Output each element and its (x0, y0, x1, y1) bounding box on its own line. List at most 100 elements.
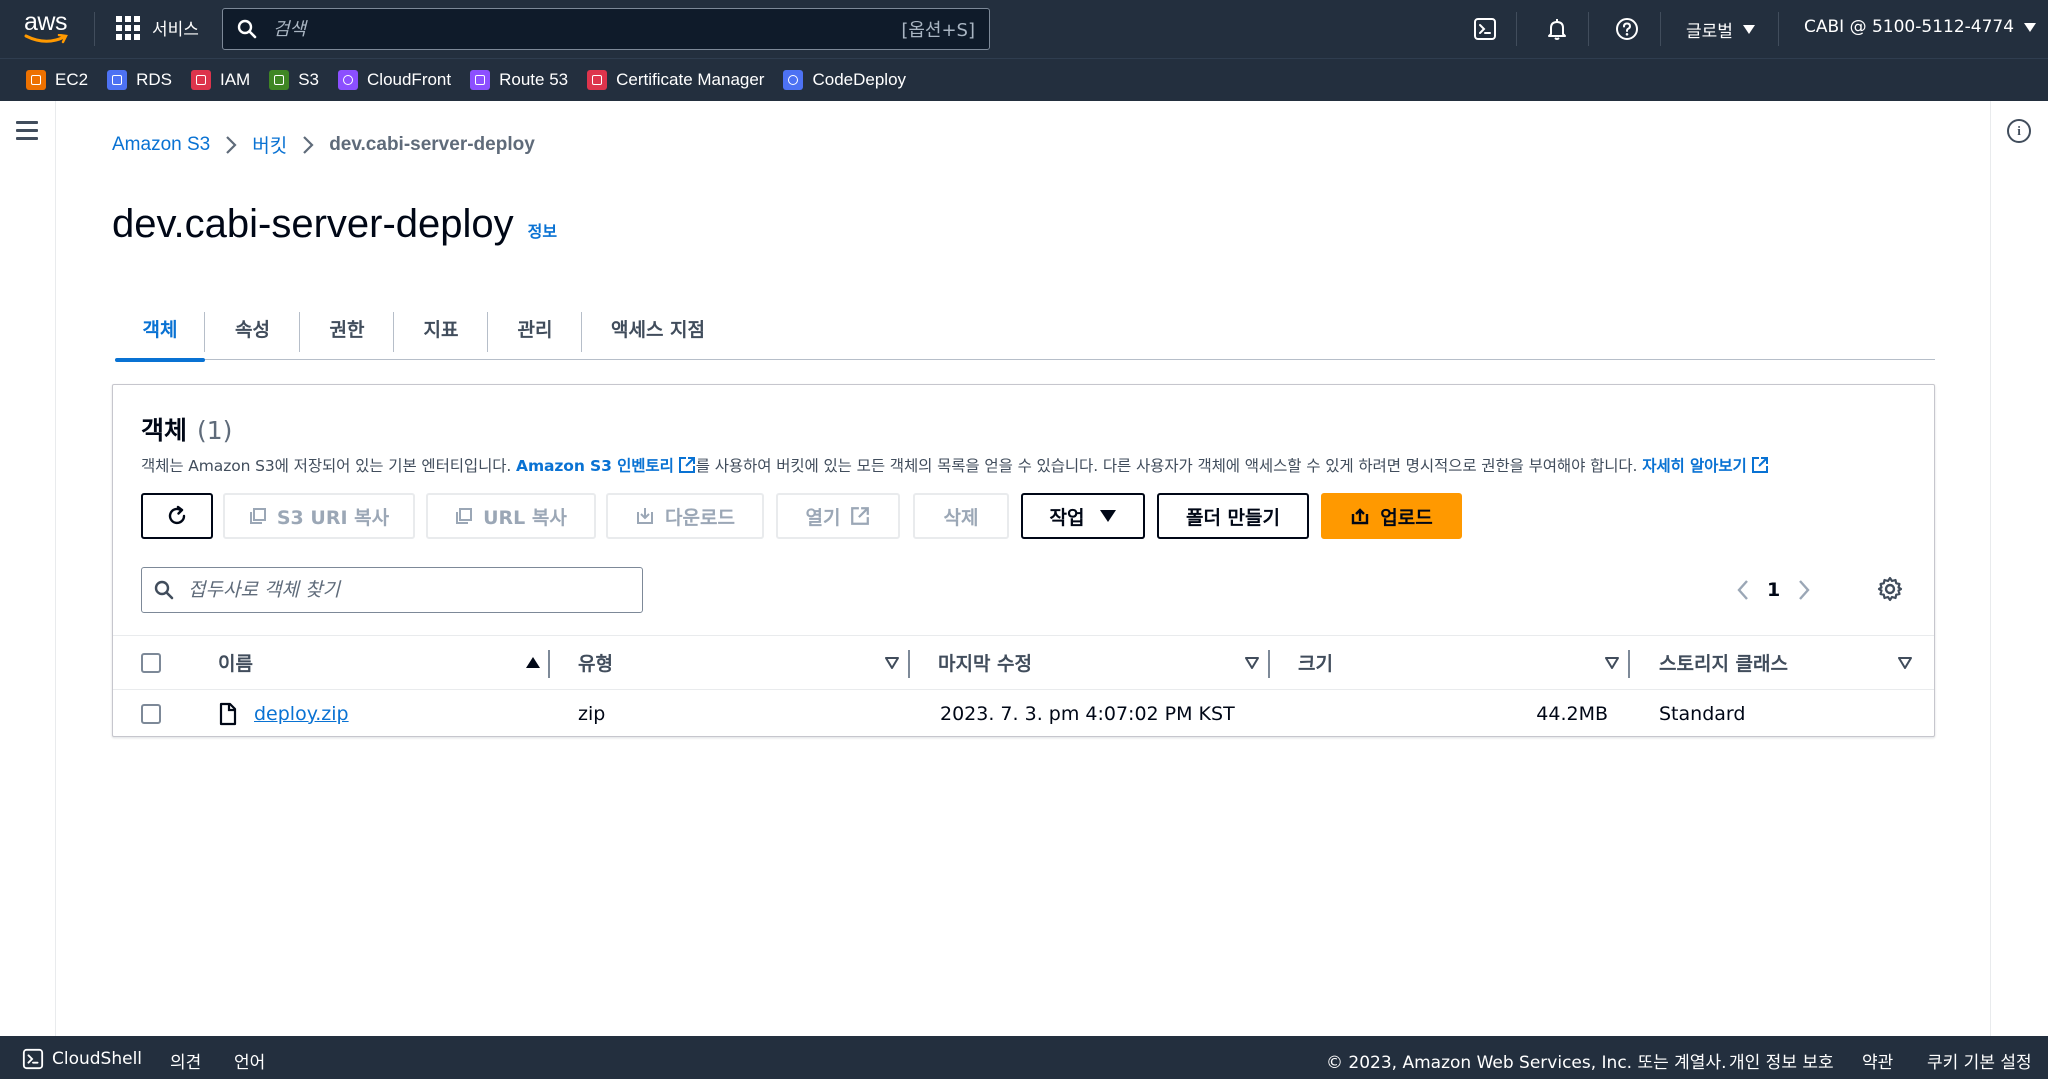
favorite-cloudfront[interactable]: CloudFront (338, 70, 451, 90)
caret-down-icon (1100, 510, 1117, 522)
favorite-route53[interactable]: Route 53 (470, 70, 568, 90)
breadcrumb-amazon-s3[interactable]: Amazon S3 (112, 134, 210, 156)
tab-permissions[interactable]: 권한 (300, 296, 394, 360)
tab-label: 관리 (517, 318, 553, 341)
column-storage-class-header[interactable]: 스토리지 클래스 (1659, 636, 1912, 689)
services-menu-button[interactable]: 서비스 (116, 15, 199, 40)
column-divider[interactable] (548, 650, 550, 678)
upload-icon (1352, 508, 1369, 525)
language-link[interactable]: 언어 (234, 1048, 265, 1073)
page-number[interactable]: 1 (1767, 579, 1780, 601)
column-header-label: 유형 (578, 653, 613, 675)
learn-more-link[interactable]: 자세히 알아보기 (1642, 457, 1768, 475)
tab-properties[interactable]: 속성 (205, 296, 300, 360)
copy-s3-uri-button[interactable]: S3 URI 복사 (223, 493, 415, 539)
info-panel-icon[interactable]: i (2007, 119, 2031, 143)
tab-objects[interactable]: 객체 (115, 296, 205, 362)
cloudshell-icon[interactable] (1470, 14, 1500, 44)
column-size-header[interactable]: 크기 (1298, 636, 1619, 689)
delete-button[interactable]: 삭제 (913, 493, 1009, 539)
cloudshell-footer-button[interactable]: CloudShell (22, 1048, 142, 1070)
column-last-modified-header[interactable]: 마지막 수정 (938, 636, 1259, 689)
tab-metrics[interactable]: 지표 (394, 296, 488, 360)
create-folder-button[interactable]: 폴더 만들기 (1157, 493, 1309, 539)
learn-more-link-text: 자세히 알아보기 (1642, 457, 1747, 475)
feedback-link[interactable]: 의견 (170, 1048, 201, 1073)
chevron-right-icon (303, 135, 314, 154)
breadcrumb-buckets[interactable]: 버킷 (252, 131, 287, 158)
tab-label: 속성 (235, 318, 270, 341)
object-storage-class-cell: Standard (1659, 702, 1746, 725)
row-checkbox[interactable] (141, 703, 161, 724)
object-type-cell: zip (578, 702, 606, 725)
favorite-iam[interactable]: IAM (190, 70, 250, 90)
button-label: 열기 (805, 506, 841, 529)
chevron-right-icon (226, 135, 237, 154)
sort-descending-icon (885, 656, 899, 669)
global-search[interactable]: [옵션+S] (222, 8, 990, 50)
cookie-preferences-link[interactable]: 쿠키 기본 설정 (1927, 1048, 2032, 1073)
s3-inventory-link[interactable]: Amazon S3 인벤토리 (516, 457, 696, 475)
privacy-link[interactable]: 개인 정보 보호 (1729, 1048, 1834, 1073)
column-name-header[interactable]: 이름 (218, 636, 540, 689)
nav-separator (1588, 12, 1589, 46)
chevron-right-icon[interactable] (1796, 578, 1812, 602)
grid-icon (116, 15, 140, 40)
favorite-codedeploy[interactable]: CodeDeploy (783, 70, 906, 90)
aws-logo[interactable]: aws (24, 10, 70, 46)
bucket-tabs: 객체 속성 권한 지표 관리 액세스 지점 (115, 296, 1935, 362)
search-icon (154, 580, 174, 600)
chevron-left-icon[interactable] (1735, 578, 1751, 602)
tab-label: 액세스 지점 (610, 318, 705, 341)
notifications-bell-icon[interactable] (1542, 14, 1572, 44)
hamburger-menu-icon[interactable] (16, 121, 38, 145)
bucket-title: dev.cabi-server-deploy (112, 202, 514, 246)
column-header-label: 크기 (1298, 653, 1333, 675)
cloudshell-label: CloudShell (52, 1049, 143, 1069)
region-label: 글로벌 (1686, 22, 1733, 42)
favorite-label: EC2 (55, 70, 89, 89)
object-filter[interactable] (141, 567, 643, 613)
copy-url-button[interactable]: URL 복사 (426, 493, 596, 539)
tab-access-points[interactable]: 액세스 지점 (582, 296, 734, 360)
region-selector[interactable]: 글로벌 (1686, 17, 1755, 42)
object-name-link[interactable]: deploy.zip (254, 703, 349, 725)
favorite-label: Route 53 (499, 70, 569, 89)
object-filter-input[interactable] (186, 578, 630, 602)
button-label: 삭제 (943, 506, 979, 529)
column-divider[interactable] (908, 650, 910, 678)
global-search-input[interactable] (271, 17, 902, 41)
info-link[interactable]: 정보 (528, 205, 557, 261)
cloudfront-service-icon (338, 70, 359, 90)
help-icon[interactable] (1612, 14, 1642, 44)
codedeploy-service-icon (783, 70, 804, 90)
column-type-header[interactable]: 유형 (578, 636, 899, 689)
favorite-rds[interactable]: RDS (107, 70, 172, 90)
table-settings-gear-icon[interactable] (1876, 575, 1904, 607)
favorite-certificate-manager[interactable]: Certificate Manager (587, 70, 764, 90)
button-label: 업로드 (1380, 506, 1433, 529)
refresh-button[interactable] (141, 493, 213, 539)
caret-down-icon (1742, 25, 1755, 34)
favorite-label: Certificate Manager (616, 70, 765, 89)
nav-separator (1778, 12, 1779, 46)
download-button[interactable]: 다운로드 (606, 493, 764, 539)
column-divider[interactable] (1268, 650, 1270, 678)
upload-button[interactable]: 업로드 (1321, 493, 1462, 539)
column-divider[interactable] (1628, 650, 1630, 678)
tab-label: 지표 (423, 318, 459, 341)
actions-dropdown-button[interactable]: 작업 (1021, 493, 1145, 539)
terms-link[interactable]: 약관 (1862, 1048, 1893, 1073)
sort-descending-icon (1898, 656, 1912, 669)
table-row[interactable]: deploy.zip zip 2023. 7. 3. pm 4:07:02 PM… (113, 690, 1934, 738)
favorite-s3[interactable]: S3 (269, 70, 319, 90)
external-link-icon (851, 507, 870, 525)
open-button[interactable]: 열기 (776, 493, 900, 539)
tab-label: 객체 (142, 318, 178, 341)
account-menu[interactable]: CABI @ 5100-5112-4774 (1804, 17, 2037, 37)
console-footer: CloudShell 의견 언어 © 2023, Amazon Web Serv… (0, 1036, 2048, 1079)
select-all-checkbox[interactable] (141, 652, 161, 673)
row-checkbox-cell (141, 690, 161, 737)
favorite-ec2[interactable]: EC2 (26, 70, 88, 90)
tab-management[interactable]: 관리 (488, 296, 582, 360)
